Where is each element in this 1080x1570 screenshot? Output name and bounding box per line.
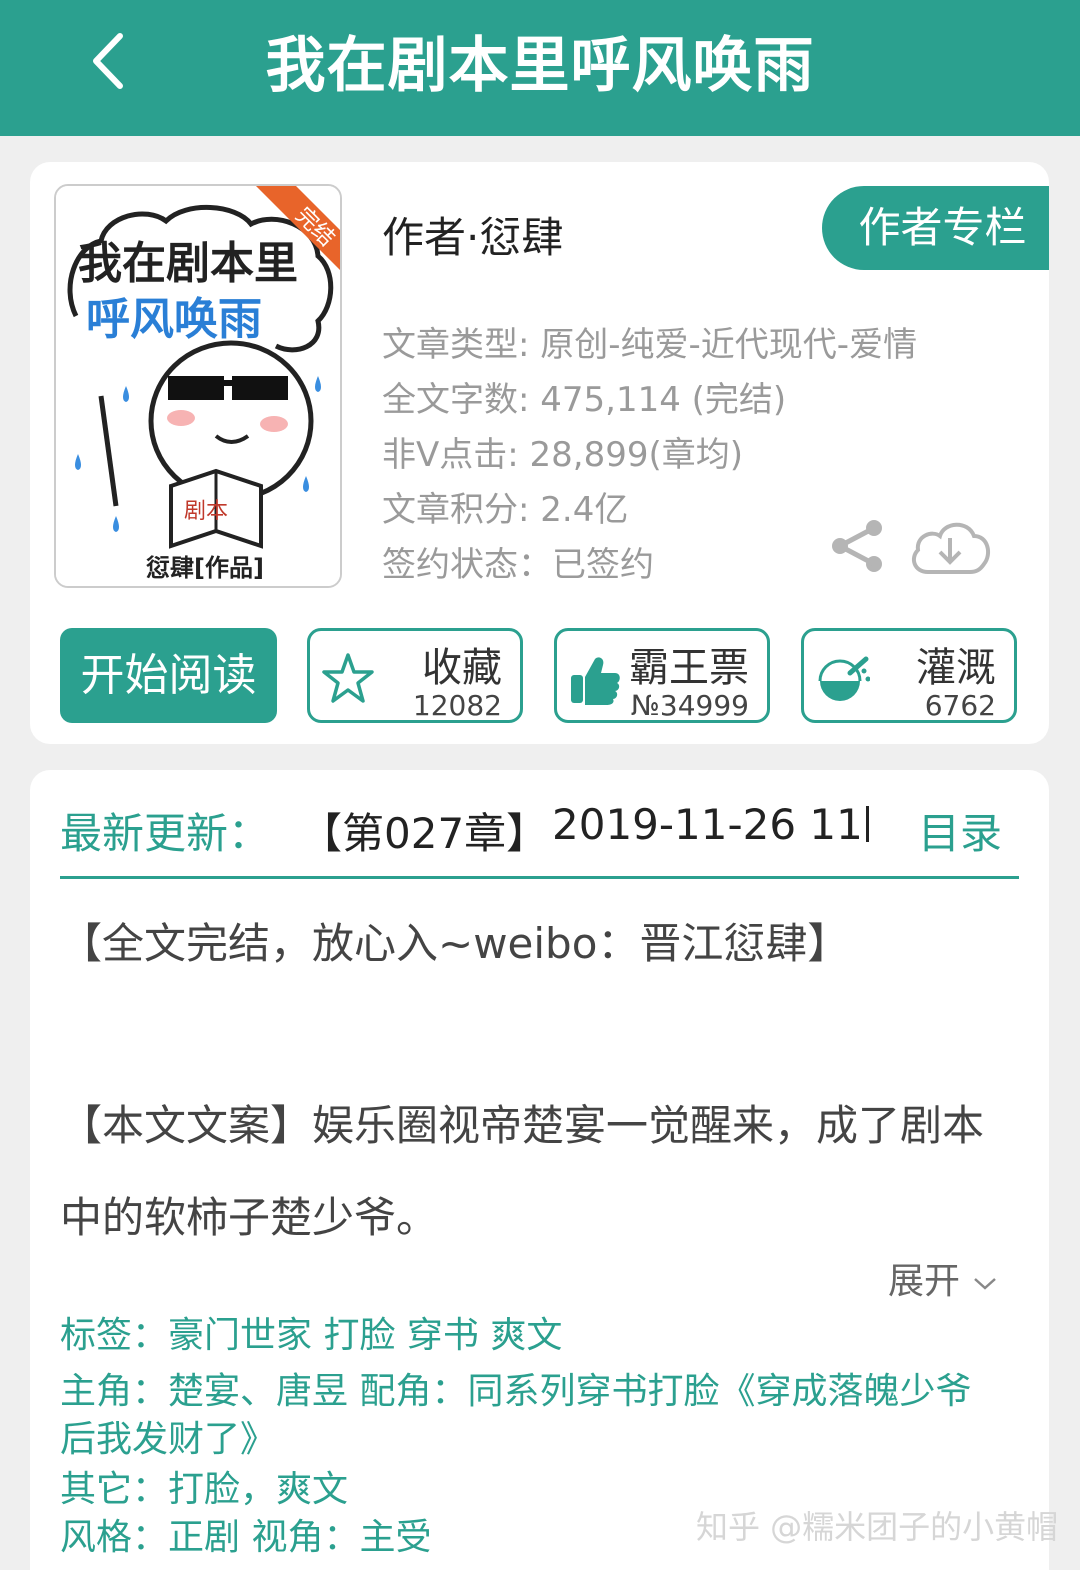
meta-type: 文章类型: 原创-纯爱-近代现代-爱情 [382, 325, 918, 365]
expand-label: 展开 [888, 1261, 961, 1302]
summary-line-1: 【全文完结，放心入~weibo：晋江愆肆】 [60, 919, 850, 968]
summary-line-2: 【本文文案】娱乐圈视帝楚宴一觉醒来，成了剧本中的软柿子楚少爷。 [60, 1101, 985, 1242]
section-divider [60, 876, 1019, 879]
watermark: 知乎 @糯米团子的小黄帽 [696, 1508, 1059, 1546]
watering-icon [818, 656, 870, 701]
favorite-count: 12082 [412, 689, 502, 722]
tags-line: 标签：豪门世家 打脸 穿书 爽文 [60, 1315, 563, 1356]
start-reading-button[interactable]: 开始阅读 [60, 628, 277, 723]
roles-line-1: 主角：楚宴、唐昱 配角：同系列穿书打脸《穿成落魄少爷 [60, 1371, 972, 1412]
text-divider [866, 806, 869, 842]
cover-credit: 愆肆[作品] [146, 554, 264, 582]
top-bar: 我在剧本里呼风唤雨 [0, 0, 1080, 136]
expand-button[interactable]: 展开 [888, 1252, 999, 1304]
overlord-ticket-count: №34999 [630, 689, 749, 722]
latest-chapter[interactable]: 【第027章】 [300, 800, 548, 861]
book-cover[interactable]: 我在剧本里 呼风唤雨 剧本 愆肆[作品] 完结 [54, 184, 342, 588]
cover-book-text: 剧本 [184, 499, 228, 524]
latest-update-label: 最新更新： [60, 809, 271, 858]
table-of-contents-link[interactable]: 目录 [918, 800, 1002, 861]
meta-clicks: 非Ⅴ点击: 28,899(章均) [382, 435, 744, 475]
author-name[interactable]: 作者·愆肆 [382, 204, 563, 265]
latest-update-date: 2019-11-26 11: [552, 800, 868, 849]
chevron-down-icon [974, 1278, 997, 1290]
page-title: 我在剧本里呼风唤雨 [265, 31, 815, 101]
irrigate-count: 6762 [924, 689, 996, 722]
cloud-download-icon[interactable] [908, 514, 992, 578]
irrigate-label: 灌溉 [916, 645, 996, 691]
overlord-ticket-label: 霸王票 [629, 645, 749, 691]
thumbs-up-icon [571, 657, 620, 705]
star-icon [322, 653, 374, 703]
cover-title-line1: 我在剧本里 [78, 238, 298, 289]
roles-line-2: 后我发财了》 [60, 1419, 277, 1460]
author-column-button[interactable]: 作者专栏 [822, 186, 1049, 270]
summary-card: 最新更新： 【第027章】 2019-11-26 11: 目录 【全文完结，放心… [30, 770, 1049, 1570]
favorite-button[interactable]: 收藏 12082 [307, 628, 523, 723]
share-icon[interactable] [830, 518, 886, 574]
overlord-ticket-button[interactable]: 霸王票 №34999 [554, 628, 770, 723]
cover-title-line2: 呼风唤雨 [86, 294, 262, 345]
meta-sign: 签约状态：已签约 [382, 545, 654, 585]
other-line: 其它：打脸，爽文 [60, 1469, 349, 1510]
meta-words: 全文字数: 475,114 (完结) [382, 380, 787, 420]
favorite-label: 收藏 [422, 645, 502, 691]
meta-score: 文章积分: 2.4亿 [382, 490, 629, 530]
style-line: 风格：正剧 视角：主受 [60, 1517, 432, 1558]
irrigate-button[interactable]: 灌溉 6762 [801, 628, 1017, 723]
book-info-card: 我在剧本里 呼风唤雨 剧本 愆肆[作品] 完结 作者·愆肆 作者专栏 文章类型:… [30, 162, 1049, 744]
